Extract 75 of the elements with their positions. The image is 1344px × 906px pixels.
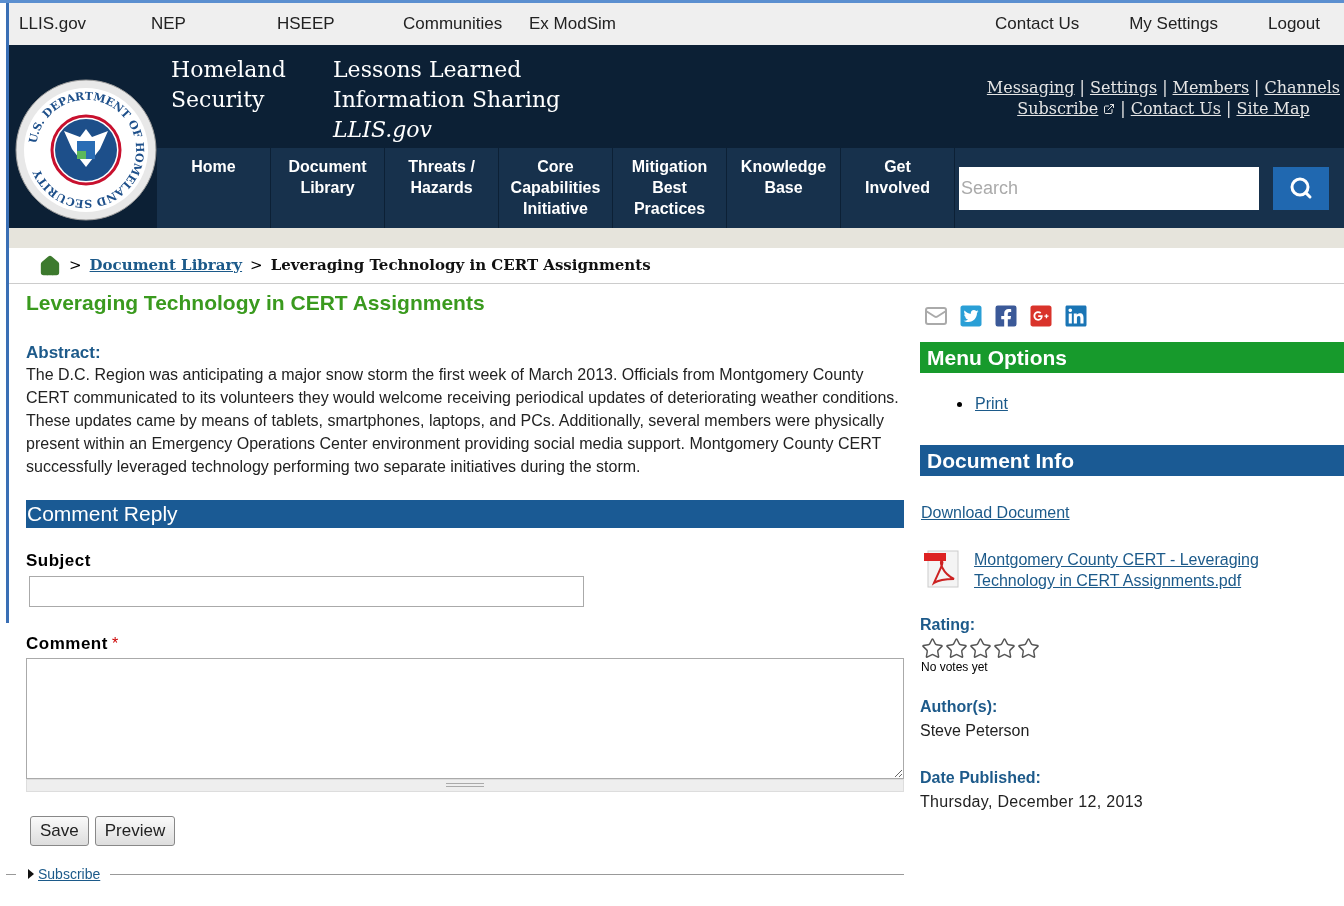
subject-label: Subject <box>26 549 92 572</box>
link-separator: | <box>1226 98 1232 119</box>
bullet-icon <box>957 401 962 407</box>
top-link[interactable]: NEP <box>141 11 267 37</box>
form-button[interactable]: Save <box>30 815 89 846</box>
document-info-header: Document Info <box>920 445 1344 476</box>
header-link[interactable]: Site Map <box>1236 98 1310 119</box>
top-link[interactable]: Contact Us <box>995 11 1080 37</box>
search-button[interactable] <box>1273 166 1329 210</box>
nav-tab[interactable]: Threats / Hazards <box>385 148 499 228</box>
pdf-file-icon <box>922 549 962 589</box>
site-subtitle: LLIS.gov <box>333 116 433 144</box>
article-title: Leveraging Technology in CERT Assignments <box>26 290 486 316</box>
rating-label: Rating: <box>920 615 977 635</box>
comment-label: Comment <box>26 633 108 655</box>
top-link[interactable]: Communities <box>393 11 519 37</box>
link-separator: | <box>1079 77 1085 98</box>
breadcrumb-link[interactable]: Document Library <box>89 254 243 277</box>
date-label: Date Published: <box>920 768 1042 788</box>
subject-field[interactable] <box>29 576 584 607</box>
star-icon[interactable] <box>969 637 992 660</box>
agency-name: Homeland Security <box>170 56 287 114</box>
abstract-text: The D.C. Region was anticipating a major snow storm the first week of March 2013. Officials from Montgomery County CERT communicated to its volunteers they would welcome receiving periodical updates of deteriorating weather conditions. These updates came by means of tablets, smartphones, laptops, and PCs. Additionally, several members were physically present within an Emergency Operations Center environment providing social media support. Montgomery County CERT successfully leveraged technology performing two separate initiatives during the storm. <box>26 364 900 477</box>
linkedin-icon[interactable] <box>1064 304 1088 328</box>
nav-tab[interactable]: Mitigation Best Practices <box>613 148 727 228</box>
required-mark: * <box>111 634 119 654</box>
subscribe-link[interactable]: Subscribe <box>38 863 101 885</box>
form-button[interactable]: Preview <box>94 815 176 846</box>
link-separator: | <box>1162 77 1168 98</box>
site-title: Lessons Learned Information Sharing <box>333 56 561 114</box>
google-plus-icon[interactable] <box>1029 304 1053 328</box>
file-link[interactable]: Montgomery County CERT - Leveraging Technology in CERT Assignments.pdf <box>974 549 1294 591</box>
star-rating[interactable] <box>921 637 1040 660</box>
menu-options-header: Menu Options <box>920 342 1344 373</box>
top-link[interactable]: HSEEP <box>267 11 393 37</box>
breadcrumb-separator: > <box>250 255 263 277</box>
abstract-label: Abstract: <box>26 342 102 363</box>
twitter-icon[interactable] <box>959 304 983 328</box>
comment-field[interactable] <box>26 657 904 779</box>
header-link[interactable]: Contact Us <box>1130 98 1222 119</box>
header-link[interactable]: Members <box>1172 77 1250 98</box>
link-separator: | <box>1254 77 1260 98</box>
top-link[interactable]: Logout <box>1268 11 1320 37</box>
header-link[interactable]: Messaging <box>986 77 1075 98</box>
top-link[interactable]: LLIS.gov <box>9 11 141 37</box>
top-link[interactable]: Ex ModSim <box>519 11 645 37</box>
author-name: Steve Peterson <box>920 721 1031 741</box>
header-link[interactable]: Settings <box>1089 77 1158 98</box>
votes-text: No votes yet <box>921 660 989 674</box>
star-icon[interactable] <box>921 637 944 660</box>
star-icon[interactable] <box>1017 637 1040 660</box>
header-link[interactable]: Subscribe <box>1017 98 1099 119</box>
external-link-icon <box>1103 102 1116 115</box>
download-link[interactable]: Download Document <box>921 501 1344 525</box>
author-label: Author(s): <box>920 697 999 717</box>
home-icon[interactable] <box>39 254 61 277</box>
facebook-icon[interactable] <box>994 304 1018 328</box>
nav-tab[interactable]: Document Library <box>271 148 385 228</box>
nav-tab[interactable]: Get Involved <box>841 148 955 228</box>
search-field[interactable]: Search <box>959 166 1259 210</box>
breadcrumb-separator: > <box>69 255 82 277</box>
header-link[interactable]: Channels <box>1264 77 1340 98</box>
section-header: Comment Reply <box>26 499 904 528</box>
top-link[interactable]: My Settings <box>1129 11 1218 37</box>
star-icon[interactable] <box>993 637 1016 660</box>
menu-link[interactable]: Print <box>975 392 1008 416</box>
nav-tab[interactable]: Home <box>157 148 271 228</box>
link-separator: | <box>1120 98 1126 119</box>
breadcrumb-current: Leveraging Technology in CERT Assignments <box>270 255 651 277</box>
nav-tab[interactable]: Knowledge Base <box>727 148 841 228</box>
search-icon <box>1289 176 1313 200</box>
expand-triangle-icon[interactable] <box>28 869 34 879</box>
date-text: Thursday, December 12, 2013 <box>920 792 1145 812</box>
nav-tab[interactable]: Core Capabilities Initiative <box>499 148 613 228</box>
star-icon[interactable] <box>945 637 968 660</box>
